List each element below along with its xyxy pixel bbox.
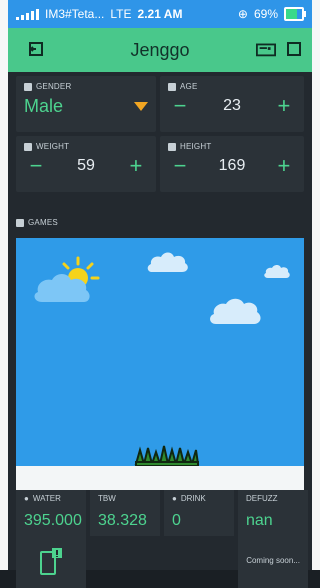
metric-drink-label: ● DRINK	[172, 494, 206, 503]
grass-icon	[134, 445, 200, 466]
age-decrement[interactable]: −	[170, 95, 190, 117]
cloud-icon	[264, 265, 290, 278]
gender-label: GENDER	[24, 82, 148, 91]
weight-label: WEIGHT	[24, 142, 148, 151]
cloud-icon	[147, 252, 188, 272]
cloud-icon	[210, 298, 261, 324]
droplet-icon: ●	[24, 494, 29, 503]
coming-soon-card: Coming soon...	[238, 536, 308, 588]
weight-value: 59	[77, 157, 95, 174]
gender-label-row: GENDER	[16, 76, 156, 91]
age-label-text: AGE	[180, 82, 198, 91]
metric-drink: ● DRINK 0	[164, 490, 234, 536]
metric-tbw-label: TBW	[98, 494, 116, 503]
app-container: Jenggo GENDER Male AGE − 23 + WEIGHT − 5…	[8, 28, 312, 588]
notification-card[interactable]	[16, 536, 86, 588]
age-increment[interactable]: +	[274, 95, 294, 117]
height-value: 169	[218, 157, 246, 174]
phone-notification-icon	[40, 548, 62, 575]
weight-decrement[interactable]: −	[26, 155, 46, 177]
droplet-icon: ●	[172, 494, 177, 503]
age-label: AGE	[168, 82, 296, 91]
height-label-text: HEIGHT	[180, 142, 212, 151]
coming-soon-text: Coming soon...	[246, 556, 300, 565]
gender-widget: GENDER Male	[16, 76, 156, 132]
metric-water: ● WATER 395.000	[16, 490, 86, 536]
weight-label-row: WEIGHT	[16, 136, 156, 151]
height-label-row: HEIGHT	[160, 136, 304, 151]
metrics-row: ● WATER 395.000 TBW 38.328 ● DRINK 0 DEF…	[16, 490, 308, 536]
app-title: Jenggo	[130, 39, 190, 60]
metric-defuzz-value: nan	[246, 512, 273, 529]
square-icon[interactable]	[284, 40, 304, 58]
games-icon	[16, 218, 24, 227]
exit-icon[interactable]	[26, 40, 46, 58]
height-stepper[interactable]: − 169 +	[160, 151, 304, 181]
metric-defuzz: DEFUZZ nan	[238, 490, 308, 536]
status-bar: IM3#Teta... LTE 2.21 AM ⊕ 69%	[8, 0, 312, 28]
metric-water-value: 395.000	[24, 512, 82, 529]
dropdown-arrow-icon	[134, 101, 148, 111]
age-label-row: AGE	[160, 76, 304, 91]
weight-label-text: WEIGHT	[36, 142, 70, 151]
age-icon	[168, 82, 176, 91]
weight-increment[interactable]: +	[126, 155, 146, 177]
height-increment[interactable]: +	[274, 155, 294, 177]
games-label-text: GAMES	[28, 218, 58, 227]
time-label: 2.21 AM	[137, 7, 183, 21]
metric-tbw-label-text: TBW	[98, 494, 116, 503]
cloud-icon	[34, 274, 90, 302]
weight-icon	[24, 142, 32, 151]
gender-value: Male	[24, 95, 64, 116]
metric-defuzz-label-text: DEFUZZ	[246, 494, 278, 503]
weight-widget: WEIGHT − 59 +	[16, 136, 156, 192]
bottom-row: Coming soon...	[16, 536, 308, 588]
gender-dropdown[interactable]: Male	[16, 91, 156, 121]
metric-water-label: ● WATER	[24, 494, 61, 503]
battery-level	[286, 9, 298, 19]
height-icon	[168, 142, 176, 151]
gender-icon	[24, 82, 32, 91]
games-label: GAMES	[16, 218, 58, 227]
metric-tbw: TBW 38.328	[90, 490, 160, 536]
height-decrement[interactable]: −	[170, 155, 190, 177]
metric-water-label-text: WATER	[32, 494, 61, 503]
battery-icon	[284, 7, 306, 21]
age-value: 23	[223, 97, 241, 114]
age-widget: AGE − 23 +	[160, 76, 304, 132]
metric-defuzz-label: DEFUZZ	[246, 494, 278, 503]
app-header: Jenggo	[8, 28, 312, 72]
device-icon[interactable]	[256, 40, 276, 58]
metric-tbw-value: 38.328	[98, 512, 147, 529]
games-panel[interactable]	[16, 238, 304, 490]
height-widget: HEIGHT − 169 +	[160, 136, 304, 192]
weight-stepper[interactable]: − 59 +	[16, 151, 156, 181]
ground	[16, 466, 304, 490]
metric-drink-label-text: DRINK	[180, 494, 206, 503]
age-stepper[interactable]: − 23 +	[160, 91, 304, 121]
height-label: HEIGHT	[168, 142, 296, 151]
game-canvas[interactable]	[16, 238, 304, 490]
metric-drink-value: 0	[172, 512, 181, 529]
gender-label-text: GENDER	[36, 82, 72, 91]
phone-frame: IM3#Teta... LTE 2.21 AM ⊕ 69% Jenggo GEN…	[0, 0, 320, 588]
